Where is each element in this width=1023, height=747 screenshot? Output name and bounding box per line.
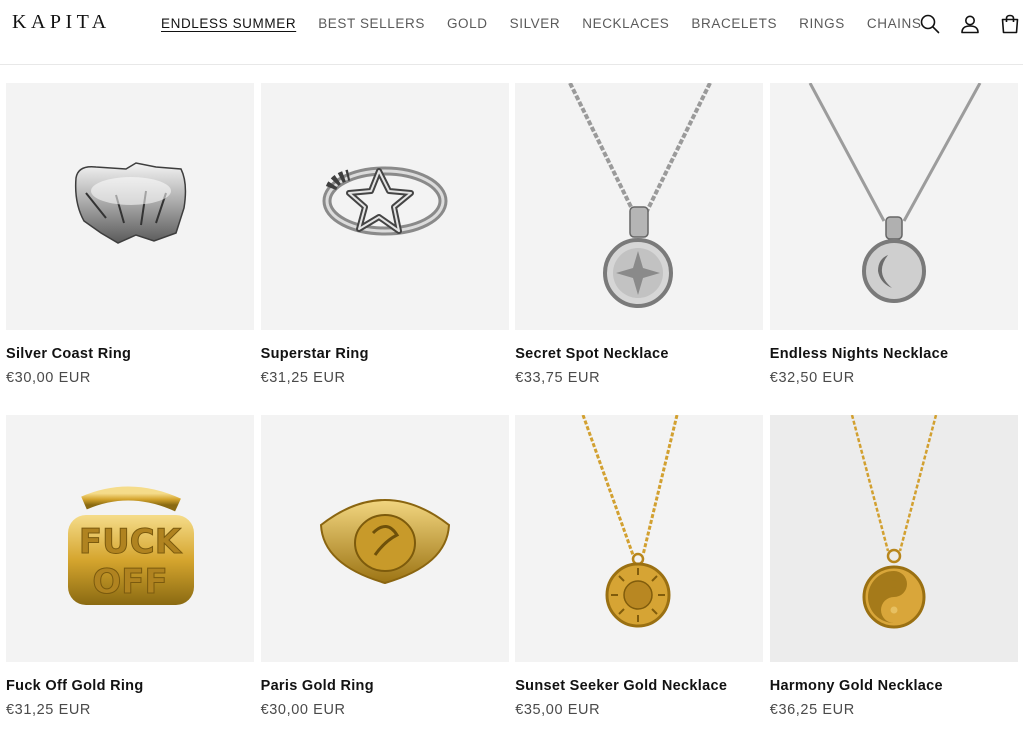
product-title[interactable]: Paris Gold Ring (261, 678, 509, 694)
sun-necklace-image (581, 415, 679, 628)
product-image[interactable] (515, 83, 764, 330)
nav-item-rings[interactable]: RINGS (799, 16, 845, 32)
signet-ring-image (319, 499, 450, 585)
product-title[interactable]: Sunset Seeker Gold Necklace (515, 678, 763, 694)
site-header: KAPITA ENDLESS SUMMER BEST SELLERS GOLD … (0, 0, 1023, 65)
nav-item-gold[interactable]: GOLD (447, 16, 488, 32)
product-image[interactable] (515, 415, 764, 662)
header-icons (919, 13, 1021, 35)
product-title[interactable]: Superstar Ring (261, 346, 509, 362)
brand-logo[interactable]: KAPITA (12, 11, 111, 34)
yinyang-necklace-image (850, 415, 937, 629)
nav-item-endless-summer[interactable]: ENDLESS SUMMER (161, 16, 296, 32)
product-card[interactable]: Silver Coast Ring €30,00 EUR (6, 83, 254, 415)
moon-necklace-image (808, 83, 982, 303)
product-image[interactable] (260, 83, 509, 330)
product-image[interactable] (6, 83, 254, 330)
product-price: €33,75 EUR (515, 370, 601, 386)
product-card[interactable]: Endless Nights Necklace €32,50 EUR (769, 83, 1018, 415)
product-title[interactable]: Fuck Off Gold Ring (6, 678, 254, 694)
product-title[interactable]: Silver Coast Ring (6, 346, 254, 362)
product-card[interactable]: Harmony Gold Necklace €36,25 EUR (769, 415, 1018, 747)
svg-text:FUCK: FUCK (79, 522, 183, 562)
nav-item-chains[interactable]: CHAINS (867, 16, 922, 32)
product-image[interactable] (260, 415, 509, 662)
product-grid: Silver Coast Ring €30,00 EUR Superstar R… (6, 83, 1018, 747)
product-image[interactable]: FUCK OFF (6, 415, 254, 662)
product-card[interactable]: Paris Gold Ring €30,00 EUR (260, 415, 509, 747)
product-title[interactable]: Secret Spot Necklace (515, 346, 763, 362)
product-title[interactable]: Harmony Gold Necklace (770, 678, 1018, 694)
product-card[interactable]: FUCK OFF Fuck Off Gold Ring €31,25 EUR (6, 415, 254, 747)
nav-item-silver[interactable]: SILVER (510, 16, 561, 32)
main-nav: ENDLESS SUMMER BEST SELLERS GOLD SILVER … (161, 16, 943, 32)
nav-item-necklaces[interactable]: NECKLACES (582, 16, 669, 32)
account-icon[interactable] (959, 13, 981, 35)
letters-ring-image: FUCK OFF (68, 486, 194, 605)
star-ring-image (322, 166, 448, 236)
product-price: €31,25 EUR (6, 702, 91, 718)
compass-necklace-image (568, 83, 712, 308)
nav-item-best-sellers[interactable]: BEST SELLERS (318, 16, 425, 32)
product-image[interactable] (769, 83, 1018, 330)
svg-text:OFF: OFF (92, 562, 167, 602)
product-price: €30,00 EUR (260, 702, 346, 718)
cart-icon[interactable] (999, 13, 1021, 35)
product-price: €36,25 EUR (769, 702, 855, 718)
search-icon[interactable] (919, 13, 941, 35)
nav-item-bracelets[interactable]: BRACELETS (691, 16, 777, 32)
product-image[interactable] (769, 415, 1018, 662)
product-card[interactable]: Superstar Ring €31,25 EUR (260, 83, 509, 415)
product-title[interactable]: Endless Nights Necklace (770, 346, 1018, 362)
silver-ring-image (74, 162, 187, 244)
product-card[interactable]: Sunset Seeker Gold Necklace €35,00 EUR (515, 415, 764, 747)
product-price: €31,25 EUR (260, 370, 346, 386)
product-price: €30,00 EUR (6, 370, 91, 386)
product-price: €35,00 EUR (515, 702, 601, 718)
product-price: €32,50 EUR (769, 370, 855, 386)
product-card[interactable]: Secret Spot Necklace €33,75 EUR (515, 83, 764, 415)
